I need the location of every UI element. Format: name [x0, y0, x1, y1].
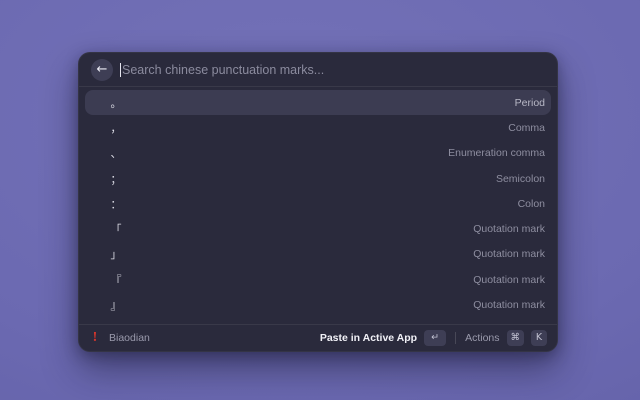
punctuation-mark: 」: [109, 246, 123, 262]
launcher-window: ← 。 Period ， Comma 、 Enumeration comma ；…: [78, 52, 558, 352]
list-item[interactable]: 、 Enumeration comma: [85, 141, 551, 166]
text-cursor: [120, 63, 121, 77]
search-bar: ←: [79, 53, 557, 87]
list-item[interactable]: 『 Quotation mark: [85, 267, 551, 292]
footer-bar: ! Biaodian Paste in Active App ↵ Actions…: [79, 324, 557, 351]
list-item[interactable]: ； Semicolon: [85, 166, 551, 191]
result-list: 。 Period ， Comma 、 Enumeration comma ； S…: [79, 87, 557, 321]
item-label: Colon: [518, 198, 545, 210]
actions-label: Actions: [465, 332, 499, 344]
item-label: Semicolon: [496, 173, 545, 185]
actions-button[interactable]: Actions ⌘ K: [465, 330, 547, 346]
punctuation-mark: ，: [109, 120, 123, 136]
list-item[interactable]: 」 Quotation mark: [85, 242, 551, 267]
k-key-icon: K: [531, 330, 547, 346]
punctuation-mark: 「: [109, 221, 123, 237]
search-input[interactable]: [122, 63, 545, 77]
paste-in-active-app-button[interactable]: Paste in Active App ↵: [320, 330, 446, 346]
punctuation-mark: 『: [109, 272, 123, 288]
footer-divider: [455, 332, 456, 344]
paste-action-label: Paste in Active App: [320, 332, 417, 344]
item-label: Quotation mark: [473, 299, 545, 311]
item-label: Quotation mark: [473, 274, 545, 286]
biaodian-app-icon: !: [89, 330, 101, 346]
item-label: Period: [515, 97, 545, 109]
enter-key-icon: ↵: [424, 330, 446, 346]
list-item[interactable]: ： Colon: [85, 191, 551, 216]
punctuation-mark: 』: [109, 297, 123, 313]
list-item[interactable]: ， Comma: [85, 115, 551, 140]
punctuation-mark: 。: [109, 95, 123, 111]
item-label: Comma: [508, 122, 545, 134]
item-label: Quotation mark: [473, 248, 545, 260]
item-label: Quotation mark: [473, 223, 545, 235]
back-button[interactable]: ←: [91, 59, 113, 81]
punctuation-mark: ；: [109, 171, 123, 187]
app-name: Biaodian: [109, 332, 150, 344]
list-item[interactable]: 。 Period: [85, 90, 551, 115]
punctuation-mark: ：: [109, 196, 123, 212]
list-item[interactable]: 「 Quotation mark: [85, 216, 551, 241]
punctuation-mark: 、: [109, 145, 123, 161]
list-item[interactable]: 』 Quotation mark: [85, 292, 551, 317]
cmd-key-icon: ⌘: [507, 330, 525, 346]
item-label: Enumeration comma: [448, 147, 545, 159]
arrow-left-icon: ←: [97, 62, 108, 77]
